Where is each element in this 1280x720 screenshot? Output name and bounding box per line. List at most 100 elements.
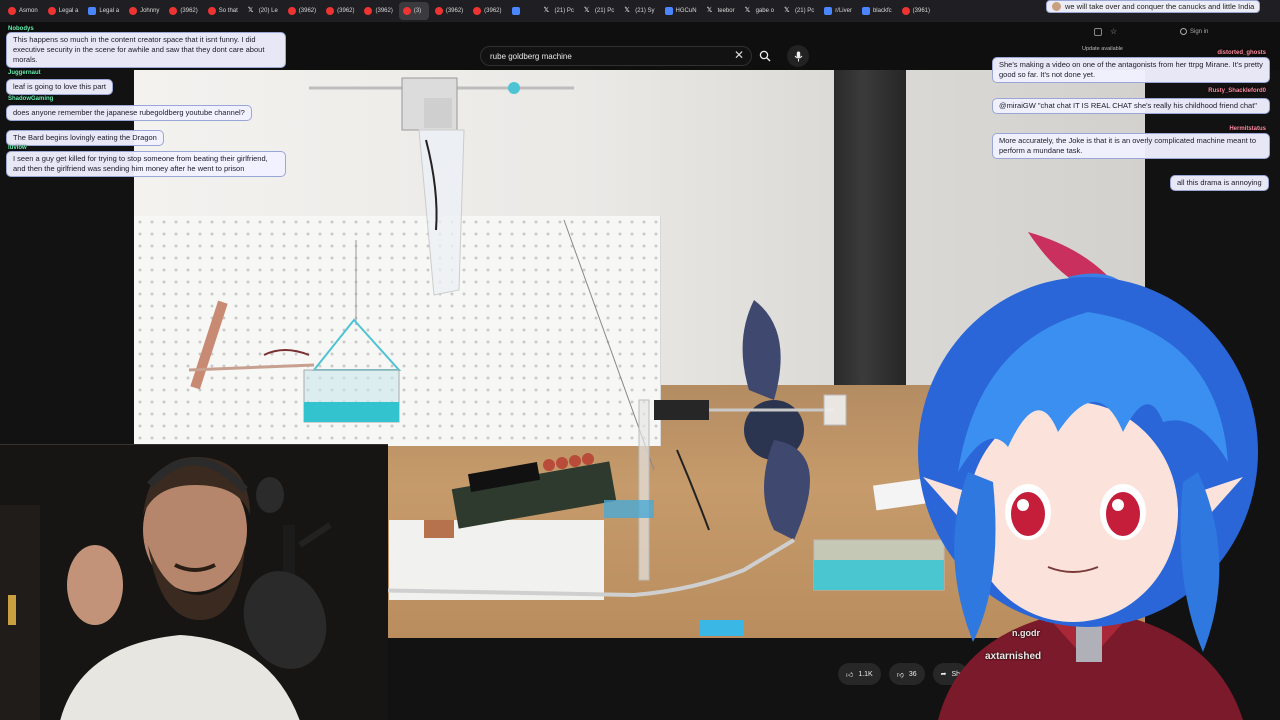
page-icon [511,7,520,15]
browser-tab-label: (3962) [180,8,198,14]
browser-tab[interactable]: 𝕏teebor [703,2,739,20]
vtuber-image [918,232,1258,720]
x-icon: 𝕏 [783,7,790,14]
browser-tab[interactable]: (3962) [360,2,396,20]
x-icon: 𝕏 [624,7,630,14]
chat-username [8,121,164,127]
browser-tab[interactable]: So that [204,2,242,20]
chat-bubble: The Bard begins lovingly eating the Drag… [6,130,164,146]
browser-tab-label: (3) [413,8,422,14]
browser-tab-label: So that [218,8,238,14]
browser-tab[interactable]: 𝕏 (21) Pc [780,2,818,20]
sign-in-label: Sign in [1190,28,1209,35]
browser-tab-label: Johnny [140,8,160,14]
browser-tab[interactable]: 𝕏 (21) Sy [620,2,658,20]
x-icon: 𝕏 [706,7,713,14]
youtube-icon [8,7,16,15]
browser-tab-label: (3962) [375,8,393,14]
page-icon [88,7,97,15]
browser-tab[interactable]: Legal a [84,2,123,20]
browser-tab[interactable]: (3962) [284,2,320,20]
browser-tab-label: r/Liver [835,8,852,14]
browser-tab[interactable]: Asmon [4,2,42,20]
sign-in-button[interactable]: Sign in [1180,28,1208,35]
youtube-icon [326,7,335,15]
youtube-icon [402,7,411,15]
youtube-icon [207,7,216,15]
account-icon [1180,28,1187,35]
header-icons: ☆ [1094,28,1118,36]
cast-icon[interactable] [1094,28,1102,36]
x-icon: 𝕏 [583,7,590,14]
browser-tab-label: gabe o [755,8,774,14]
browser-tab-label: (21) Sy [635,8,655,14]
browser-tab[interactable]: blackfc [858,2,896,20]
chat-bubble: More accurately, the Joke is that it is … [992,133,1270,159]
streamer-webcam [0,444,388,720]
browser-tab[interactable]: 𝕏gabe o [741,2,778,20]
browser-tab-label: teebor [717,8,735,14]
like-count: 1.1K [858,670,873,678]
chat-message: Juggernaut leaf is going to love this par… [6,70,113,95]
youtube-icon [473,7,482,15]
x-icon: 𝕏 [744,7,751,14]
browser-tab[interactable]: (3) [398,2,429,20]
pinned-chat-text: we will take over and conquer the canuck… [1065,2,1255,11]
browser-tab-label: Legal a [58,8,79,14]
youtube-icon [129,7,138,15]
browser-tab[interactable] [508,2,538,20]
browser-tab[interactable]: Legal a [44,2,83,20]
browser-tab[interactable]: (3961) [898,2,934,20]
thumbs-up-icon: 👍︎ [846,671,854,679]
chat-message: Nobodys This happens so much in the conte… [6,26,286,68]
chat-message: The Bard begins lovingly eating the Drag… [6,121,164,146]
browser-tab[interactable]: Johnny [125,2,163,20]
browser-tab[interactable]: (3962) [431,2,467,20]
browser-tab[interactable]: (3962) [165,2,201,20]
chat-username: Juggernaut [8,70,41,76]
youtube-icon [364,7,373,15]
chat-message: all this drama is annoying [1170,165,1269,191]
chat-username: Hermitstatus [1229,126,1266,132]
browser-tab-label: blackfc [872,8,892,14]
star-icon[interactable]: ☆ [1110,28,1118,36]
browser-tab-label: HGCuN [675,8,697,14]
x-icon: 𝕏 [247,7,254,14]
search-button[interactable] [752,46,778,66]
browser-tab[interactable]: HGCuN [661,2,701,20]
chat-message: ShadowGaming does anyone remember the jap… [6,96,252,121]
chat-message: distorted_ghosts She's making a video on … [992,50,1270,83]
search-icon [759,50,771,62]
browser-tab-label: (21) Pc [594,8,615,14]
search-input-value: rube goldberg machine [490,51,572,61]
page-icon [824,7,833,15]
youtube-icon [47,7,56,15]
microphone-icon [794,51,802,61]
chat-bubble: @miraiGW "chat chat IT IS REAL CHAT she'… [992,98,1270,114]
browser-tab-label: (3961) [912,8,930,14]
youtube-icon [434,7,443,15]
browser-tab-label: (20) Le [258,8,278,14]
chat-username: ShadowGaming [8,96,54,102]
search-input[interactable]: rube goldberg machine [480,46,752,66]
browser-tab-label: (3962) [445,8,464,14]
overlay-username: axtarnished [985,651,1042,662]
browser-tab[interactable]: r/Liver [820,2,856,20]
browser-tab[interactable]: 𝕏 (20) Le [244,2,282,20]
close-icon[interactable]: ✕ [734,48,744,62]
voice-search-button[interactable] [787,45,809,67]
browser-tab[interactable]: 𝕏 (21) Pc [580,2,618,20]
browser-tab[interactable]: (3962) [469,2,505,20]
chat-bubble: leaf is going to love this part [6,79,113,95]
like-button[interactable]: 👍︎ 1.1K [838,663,881,685]
browser-tab[interactable]: 𝕏 (21) Pc [540,2,578,20]
youtube-icon [901,7,910,15]
browser-tab-label: (3962) [298,8,317,14]
browser-tab-label: (3962) [337,8,355,14]
x-icon: 𝕏 [543,7,550,14]
chat-bubble: all this drama is annoying [1170,175,1269,191]
youtube-icon [169,7,178,15]
browser-tab[interactable]: (3962) [322,2,358,20]
chat-bubble: I seen a guy get killed for trying to st… [6,151,286,177]
browser-tab-label: (3962) [484,8,502,14]
